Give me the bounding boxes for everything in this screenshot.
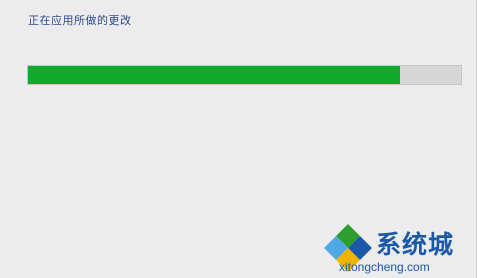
dialog-window: 正在应用所做的更改 系统城 xitongcheng.com xyxy=(0,0,477,278)
watermark-brand-name: 系统城 xyxy=(376,230,455,259)
watermark-domain: xitongcheng.com xyxy=(339,260,430,274)
progress-bar-fill xyxy=(28,66,401,84)
status-message: 正在应用所做的更改 xyxy=(28,14,132,27)
site-watermark: 系统城 xitongcheng.com xyxy=(322,222,472,276)
progress-bar xyxy=(27,65,462,85)
